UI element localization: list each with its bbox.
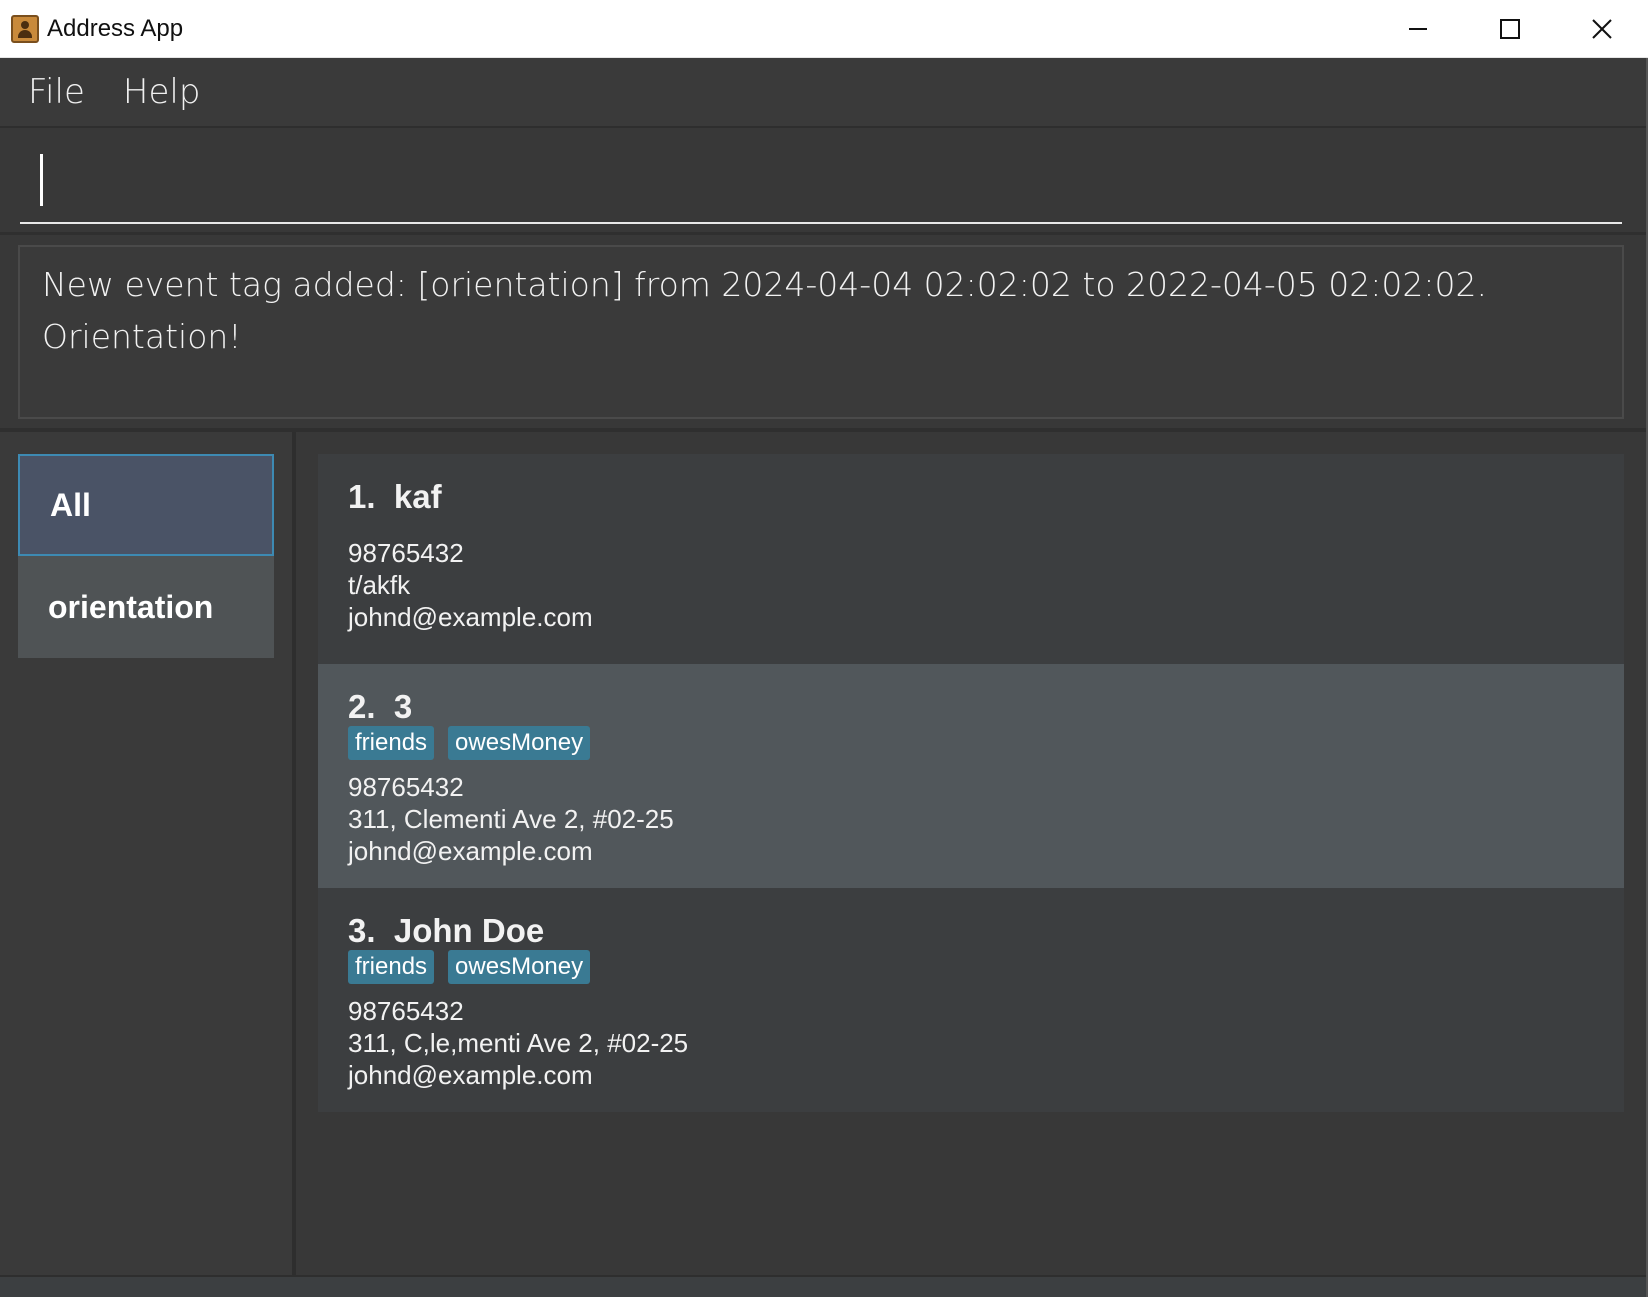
person-name-text: John Doe xyxy=(393,912,545,949)
menu-help[interactable]: Help xyxy=(123,72,201,112)
filter-item-orientation[interactable]: orientation xyxy=(18,556,274,658)
window-controls xyxy=(1372,0,1648,58)
person-index: 2. xyxy=(348,688,376,725)
person-list: 1. kaf 98765432 t/akfk johnd@example.com… xyxy=(300,432,1646,1275)
tag-badge: friends xyxy=(348,726,435,760)
menu-file[interactable]: File xyxy=(28,72,85,112)
filter-item-all[interactable]: All xyxy=(18,454,274,556)
close-button[interactable] xyxy=(1556,0,1648,58)
person-name-text: kaf xyxy=(393,478,442,515)
menu-bar: File Help xyxy=(0,58,1646,128)
tag-badge: friends xyxy=(348,950,435,984)
person-phone: 98765432 xyxy=(348,772,464,802)
person-address: 311, Clementi Ave 2, #02-25 xyxy=(348,804,674,834)
person-tags: friends owesMoney xyxy=(348,726,591,760)
person-phone: 98765432 xyxy=(348,538,464,568)
person-tags: friends owesMoney xyxy=(348,950,591,984)
person-name: 3. John Doe xyxy=(348,912,544,950)
text-caret xyxy=(40,154,43,206)
tag-badge: owesMoney xyxy=(448,726,591,760)
close-icon xyxy=(1592,18,1612,39)
person-email: johnd@example.com xyxy=(348,836,593,866)
minimize-button[interactable] xyxy=(1372,0,1464,58)
result-display: New event tag added: [orientation] from … xyxy=(0,232,1646,432)
person-phone: 98765432 xyxy=(348,996,464,1026)
maximize-button[interactable] xyxy=(1464,0,1556,58)
person-name-text: 3 xyxy=(393,688,413,725)
result-line-2: Orientation! xyxy=(42,317,242,356)
person-index: 3. xyxy=(348,912,376,949)
window-title: Address App xyxy=(47,14,184,42)
tag-badge: owesMoney xyxy=(448,950,591,984)
command-box xyxy=(0,128,1646,232)
person-card[interactable]: 3. John Doe friends owesMoney 98765432 3… xyxy=(318,888,1624,1112)
tag-filter-list: All orientation xyxy=(0,432,296,1275)
person-email: johnd@example.com xyxy=(348,1060,593,1090)
result-line-1: New event tag added: [orientation] from … xyxy=(42,265,1487,304)
status-bar xyxy=(0,1275,1646,1297)
person-address: t/akfk xyxy=(348,570,411,600)
app-window: Address App File Help New event tag adde… xyxy=(0,0,1648,1297)
command-input[interactable] xyxy=(20,136,1622,224)
person-card[interactable]: 2. 3 friends owesMoney 98765432 311, Cle… xyxy=(318,664,1624,888)
result-text-area[interactable]: New event tag added: [orientation] from … xyxy=(18,245,1624,419)
title-bar: Address App xyxy=(0,0,1648,58)
person-index: 1. xyxy=(348,478,376,515)
maximize-icon xyxy=(1500,18,1520,39)
minimize-icon xyxy=(1409,27,1427,30)
person-name: 2. 3 xyxy=(348,688,412,726)
person-email: johnd@example.com xyxy=(348,602,593,632)
address-book-icon xyxy=(11,14,39,43)
person-card[interactable]: 1. kaf 98765432 t/akfk johnd@example.com xyxy=(318,454,1624,664)
person-address: 311, C,le,menti Ave 2, #02-25 xyxy=(348,1028,689,1058)
person-name: 1. kaf xyxy=(348,478,442,516)
